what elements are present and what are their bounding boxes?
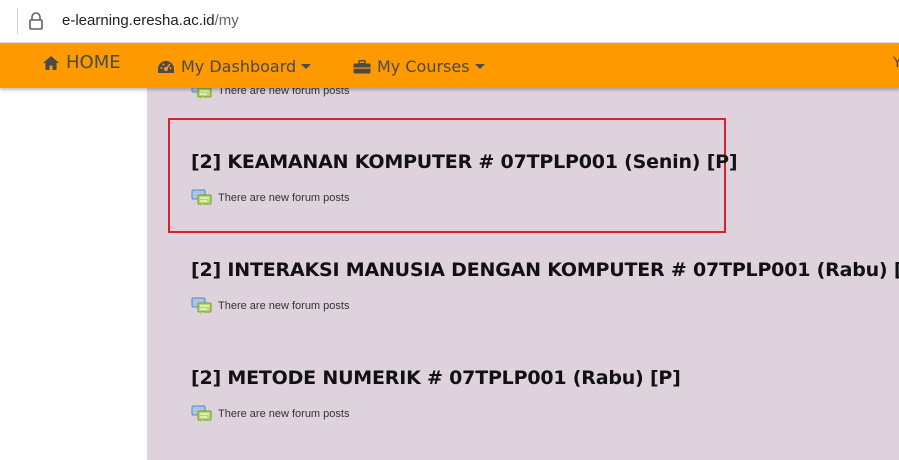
nav-my-dashboard[interactable]: My Dashboard [157,44,312,89]
home-icon [43,55,59,70]
nav-dashboard-label: My Dashboard [181,57,297,76]
nav-courses-label: My Courses [377,57,470,76]
forum-icon [191,405,212,423]
forum-icon [191,297,212,315]
course-title-link[interactable]: [2] METODE NUMERIK # 07TPLP001 (Rabu) [P… [191,367,681,389]
url-text[interactable]: e-learning.eresha.ac.id/my [62,12,239,29]
nav-home-label: HOME [66,52,121,73]
url-path: /my [214,12,239,29]
left-gutter [0,88,147,460]
nav-edge-glyph: Y [893,55,899,71]
nav-my-courses[interactable]: My Courses [353,44,485,89]
dashboard-icon [158,60,174,73]
course-list: There are new forum posts [2] KEAMANAN K… [147,88,899,460]
briefcase-icon [353,59,371,73]
forum-icon [191,189,212,207]
course-title-link[interactable]: [2] KEAMANAN KOMPUTER # 07TPLP001 (Senin… [191,151,738,173]
main-navbar: HOME My Dashboard My Courses Y [0,43,899,88]
forum-note-text: There are new forum posts [218,408,350,420]
chevron-down-icon [301,64,312,69]
address-divider [17,8,18,34]
chevron-down-icon [474,64,485,69]
forum-notification[interactable]: There are new forum posts [191,189,349,207]
forum-notification[interactable]: There are new forum posts [191,297,349,315]
forum-note-text: There are new forum posts [218,192,350,204]
address-bar[interactable]: e-learning.eresha.ac.id/my [0,0,899,43]
forum-note-text: There are new forum posts [218,88,350,97]
nav-home[interactable]: HOME [42,40,121,85]
forum-notification[interactable]: There are new forum posts [191,88,349,100]
url-host: e-learning.eresha.ac.id [62,12,215,29]
forum-note-text: There are new forum posts [218,300,350,312]
forum-notification[interactable]: There are new forum posts [191,405,349,423]
course-title-link[interactable]: [2] INTERAKSI MANUSIA DENGAN KOMPUTER # … [191,259,899,281]
highlight-box [168,118,726,233]
lock-icon[interactable] [28,11,44,31]
forum-icon [191,88,212,100]
